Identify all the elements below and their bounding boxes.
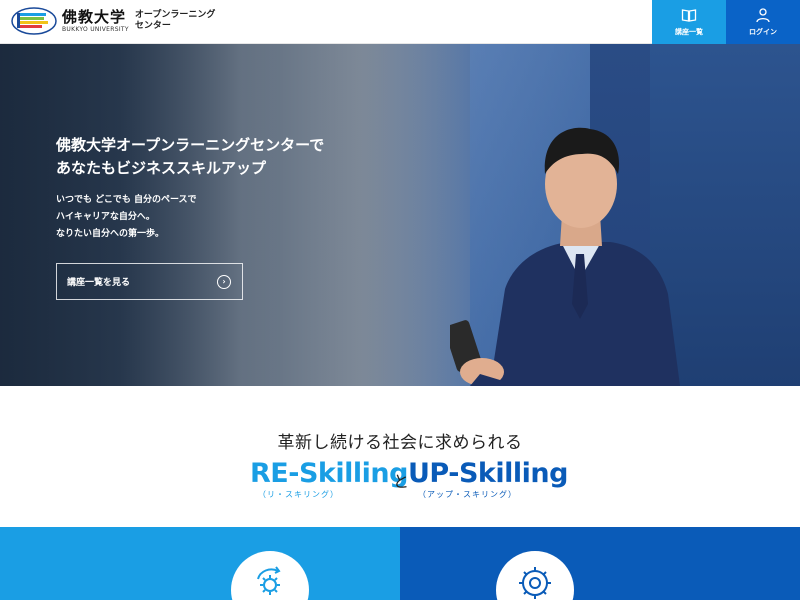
section-title: 革新し続ける社会に求められる <box>277 433 523 453</box>
view-courses-label: 講座一覧を見る <box>67 278 131 288</box>
site-logo[interactable]: 佛教大学 BUKKYO UNIVERSITY オープンラーニング センター <box>10 6 215 36</box>
university-emblem-icon <box>11 7 57 35</box>
book-icon <box>681 9 697 22</box>
hero-banner: 佛教大学オープンラーニングセンターで あなたもビジネススキルアップ いつでも ど… <box>0 44 800 386</box>
skilling-heading: RE-Skilling と UP-Skilling <box>0 458 800 498</box>
re-skilling-reading: （リ・スキリング） <box>258 490 339 499</box>
view-courses-button[interactable]: 講座一覧を見る › <box>56 263 243 300</box>
up-skilling-reading: （アップ・スキリング） <box>418 490 517 499</box>
gear-refresh-icon <box>257 566 281 595</box>
course-list-label: 講座一覧 <box>675 28 703 36</box>
re-skilling-text: RE-Skilling <box>250 458 408 489</box>
logo-japanese: 佛教大学 <box>62 7 127 26</box>
re-skilling-panel <box>0 527 400 600</box>
chevron-right-circle-icon: › <box>217 275 231 289</box>
connector-text: と <box>393 472 410 491</box>
logo-subtitle: オープンラーニング センター <box>134 10 216 31</box>
hero-title: 佛教大学オープンラーニングセンターで あなたもビジネススキルアップ <box>56 136 325 177</box>
login-label: ログイン <box>749 28 777 36</box>
site-header: 佛教大学 BUKKYO UNIVERSITY オープンラーニング センター 講座… <box>0 0 800 44</box>
logo-english: BUKKYO UNIVERSITY <box>62 25 129 33</box>
up-skilling-text: UP-Skilling <box>408 458 568 489</box>
user-icon <box>756 8 770 23</box>
gear-growth-icon <box>519 567 551 599</box>
login-button[interactable]: ログイン <box>726 0 800 44</box>
businessman-photo <box>450 127 680 386</box>
course-list-button[interactable]: 講座一覧 <box>652 0 726 44</box>
up-skilling-panel <box>400 527 800 600</box>
hero-description: いつでも どこでも 自分のペースで ハイキャリアな自分へ。 なりたい自分への第一… <box>56 195 197 239</box>
